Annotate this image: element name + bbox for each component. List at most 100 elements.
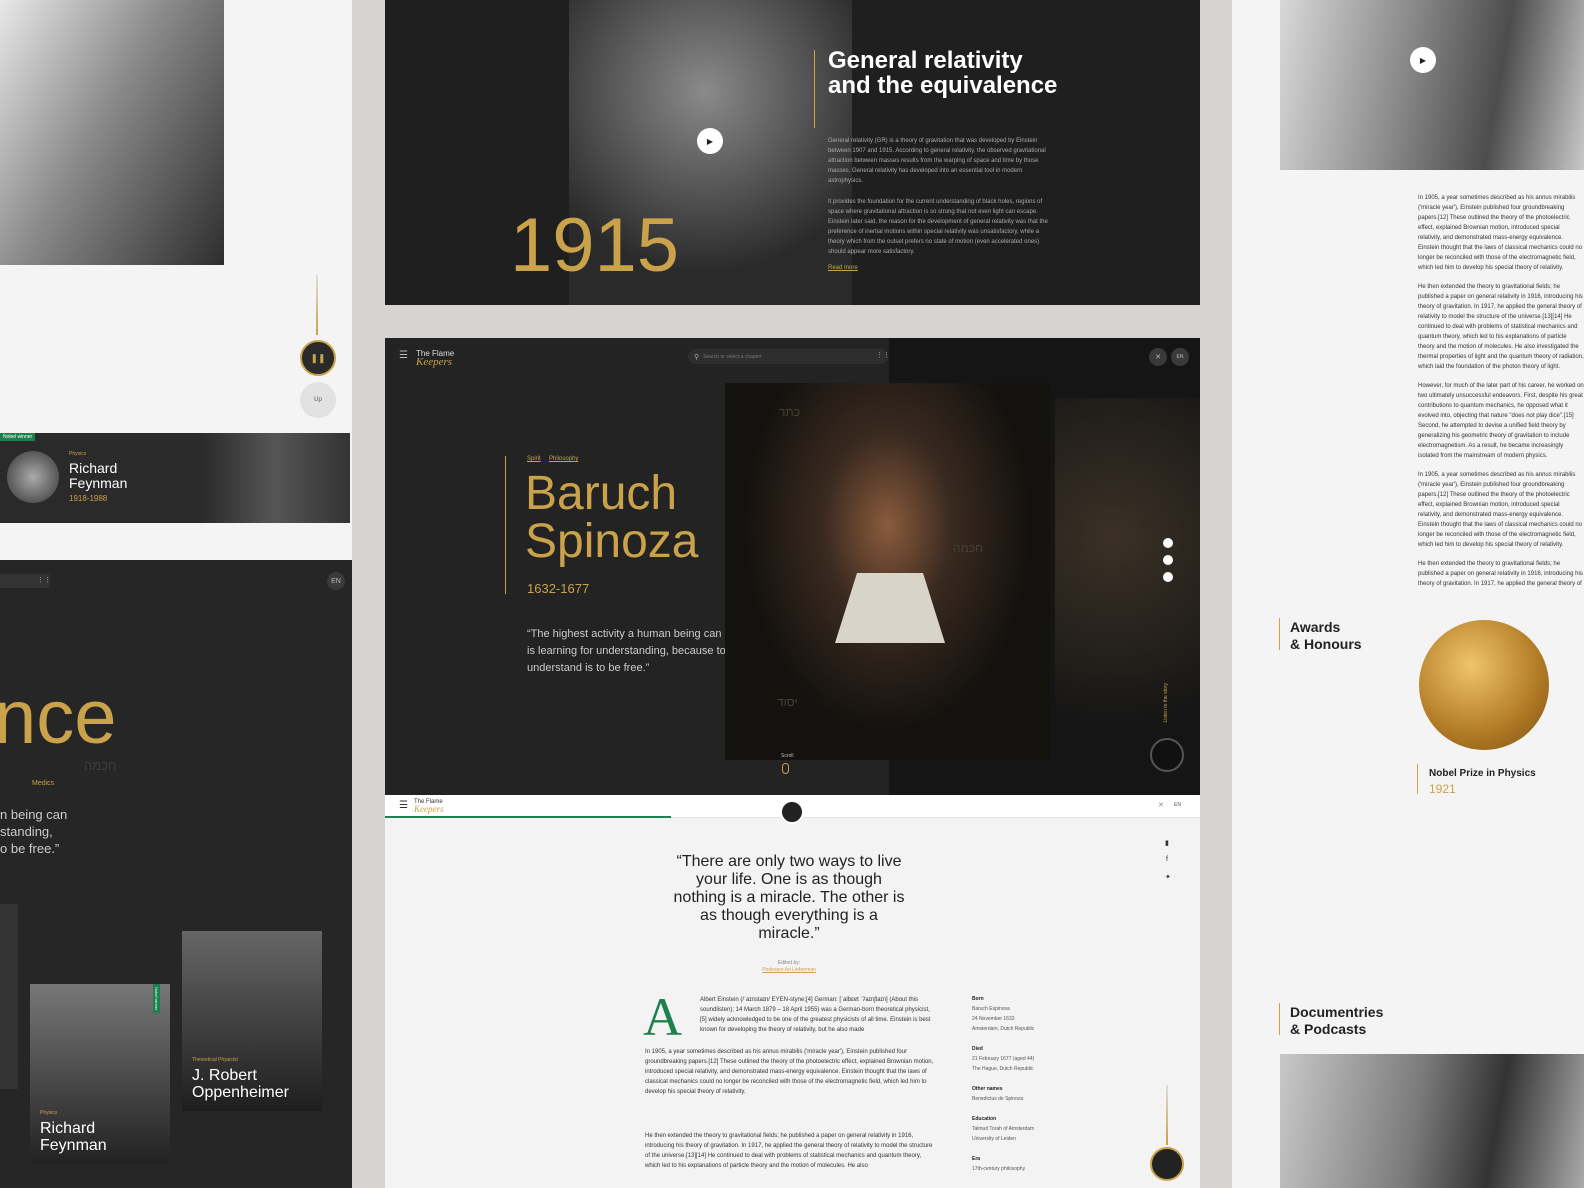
progress-spire xyxy=(1166,1085,1168,1145)
edited-by-label: Edited by: xyxy=(777,960,801,966)
left-column: ❚❚ Up Nobel winner Physics Richard Feynm… xyxy=(0,0,354,1188)
hero-para-1: General relativity (GR) is a theory of g… xyxy=(828,138,1046,184)
awards-heading: Awards & Honours xyxy=(1290,619,1362,652)
search-bar[interactable]: ⚲ Search or select a chapter xyxy=(688,349,888,364)
close-icon[interactable]: ✕ xyxy=(1149,348,1167,366)
tag-spirit[interactable]: Spirit xyxy=(527,456,541,462)
article-p3: He then extended the theory to gravitati… xyxy=(645,1133,933,1169)
award-name: Nobel Prize in Physics xyxy=(1429,768,1536,779)
hero-para-2: It provides the foundation for the curre… xyxy=(828,199,1048,255)
pause-icon: ❚❚ xyxy=(310,352,326,363)
award-rule xyxy=(1417,764,1418,794)
play-icon: ▶ xyxy=(1419,55,1427,65)
narrator-avatar[interactable] xyxy=(780,800,804,824)
bookmark-icon[interactable] xyxy=(1163,538,1173,548)
listen-button[interactable] xyxy=(1150,1147,1184,1181)
title-rule xyxy=(505,456,506,594)
hebrew-watermark: חכמה xyxy=(84,758,117,773)
documentary-photo[interactable] xyxy=(1280,1054,1584,1188)
quote-fragment: n being can standing, o be free.” xyxy=(0,807,68,856)
docs-heading: Documentries & Podcasts xyxy=(1290,1004,1384,1037)
twitter-icon[interactable]: ✦ xyxy=(1165,873,1171,881)
audio-player-button[interactable]: ❚❚ xyxy=(300,340,336,376)
bio-p4: In 1905, a year sometimes described as h… xyxy=(1418,472,1583,548)
feynman-card-strip[interactable]: Nobel winner Physics Richard Feynman 191… xyxy=(0,433,350,523)
facts-sidebar: Born Baruch Espinosa 24 November 1632 Amste… xyxy=(972,994,1082,1174)
menu-icon[interactable]: ☰ xyxy=(399,350,408,361)
bookmark-icon[interactable]: ▮ xyxy=(1165,839,1169,847)
brand-line2: Keepers xyxy=(416,356,453,368)
feynman-category: Physics xyxy=(69,451,87,457)
play-video-button[interactable]: ▶ xyxy=(697,128,723,154)
collar xyxy=(835,573,945,643)
fact-died: Died 21 February 1677 (aged 44) The Hague,… xyxy=(972,1046,1035,1072)
faded-portrait xyxy=(1055,398,1200,795)
progress-spire xyxy=(316,275,318,335)
nobel-badge: Nobel winner xyxy=(0,433,36,441)
article-p1: Albert Einstein (/ˈaɪnstaɪn/ EYEN-styne;… xyxy=(700,997,931,1033)
nobel-badge: Nobel winner xyxy=(153,984,160,1014)
spinoza-name-line1: Baruch xyxy=(525,467,678,520)
bio-p3: However, for much of the later part of h… xyxy=(1418,383,1584,459)
editor-link[interactable]: Professor Ari Lieberman xyxy=(672,967,906,973)
article-panel: ☰ The Flame Keepers ✕ EN “There are only… xyxy=(385,795,1200,1188)
card-name: Richard Feynman xyxy=(40,1120,107,1154)
search-icon: ⚲ xyxy=(694,353,700,361)
hero-title: General relativity and the equivalence xyxy=(828,47,1058,99)
feynman-years: 1918-1988 xyxy=(69,494,108,503)
up-button[interactable]: Up xyxy=(300,382,336,418)
brand-logo[interactable]: The Flame Keepers xyxy=(416,350,454,368)
scroll-mouse-icon xyxy=(782,763,789,774)
fact-other-names: Other names Benedictus de Spinoza xyxy=(972,1086,1024,1102)
einstein-friends-photo xyxy=(1280,0,1584,170)
card-name: J. Robert Oppenheimer xyxy=(192,1067,289,1101)
search-placeholder: Search or select a chapter xyxy=(703,353,762,360)
bio-p1: In 1905, a year sometimes described as h… xyxy=(1418,195,1583,271)
play-video-button[interactable]: ▶ xyxy=(1410,47,1436,73)
reading-progress xyxy=(385,816,671,818)
person-card-feynman[interactable]: Nobel winner Physics Richard Feynman xyxy=(30,984,170,1164)
twitter-icon[interactable] xyxy=(1163,572,1173,582)
person-card-oppenheimer[interactable]: Theoretical Physicist J. Robert Oppenhei… xyxy=(182,931,322,1111)
close-icon[interactable]: ✕ xyxy=(1158,801,1164,809)
hebrew-watermark-top: כתר xyxy=(779,405,800,419)
einstein-photo-top-left xyxy=(0,0,224,265)
fact-born: Born Baruch Espinosa 24 November 1632 Amste… xyxy=(972,996,1035,1032)
bio-p2: He then extended the theory to gravitati… xyxy=(1418,284,1584,370)
feynman-strip-photo xyxy=(200,433,350,523)
article-quote: “There are only two ways to live your li… xyxy=(673,853,905,942)
lang-button[interactable]: EN xyxy=(1171,348,1189,366)
brand-line2: Keepers xyxy=(414,804,444,814)
title-rule xyxy=(814,50,815,128)
listen-button[interactable] xyxy=(1150,738,1184,772)
spinoza-panel: ☰ The Flame Keepers ⚲ Search or select a… xyxy=(385,338,1200,795)
spinoza-years: 1632-1677 xyxy=(527,581,590,596)
tag-philosophy[interactable]: Philosophy xyxy=(549,456,578,462)
brand-logo[interactable]: The Flame Keepers xyxy=(414,799,444,814)
left-dark-panel: ⋮⋮ EN nce חכמה Medics n being can standi… xyxy=(0,560,354,1188)
card-category: Theoretical Physicist xyxy=(192,1057,238,1063)
facebook-icon[interactable] xyxy=(1163,555,1173,565)
big-title-fragment: nce xyxy=(0,675,117,760)
chapter-grid-icon[interactable]: ⋮⋮ xyxy=(876,351,890,359)
awards-rule xyxy=(1279,618,1280,650)
docs-rule xyxy=(1279,1003,1280,1035)
scroll-label: Scroll xyxy=(781,753,794,759)
spinoza-name-line2: Spinoza xyxy=(525,515,699,568)
lang-button[interactable]: EN xyxy=(1174,802,1181,808)
feynman-avatar xyxy=(7,451,59,503)
fact-era: Era 17th-century philosophy xyxy=(972,1156,1026,1172)
grid-icon[interactable]: ⋮⋮ xyxy=(37,576,51,584)
menu-icon[interactable]: ☰ xyxy=(399,800,408,811)
facebook-icon[interactable]: f xyxy=(1166,856,1168,863)
spinoza-portrait: כתר חכמה יסוד xyxy=(725,383,1050,760)
feynman-name: Richard Feynman xyxy=(69,460,128,491)
hebrew-watermark-bot: יסוד xyxy=(777,695,798,709)
read-more-link[interactable]: Read more xyxy=(828,265,858,271)
nobel-medal xyxy=(1419,620,1549,750)
hero-1915-panel: ▶ 1915 General relativity and the equiva… xyxy=(385,0,1200,305)
drop-cap: A xyxy=(643,987,682,1047)
fact-education: Education Talmud Torah of Amsterdam Univer… xyxy=(972,1116,1035,1142)
lang-button[interactable]: EN xyxy=(327,572,345,590)
play-icon: ▶ xyxy=(706,136,714,146)
